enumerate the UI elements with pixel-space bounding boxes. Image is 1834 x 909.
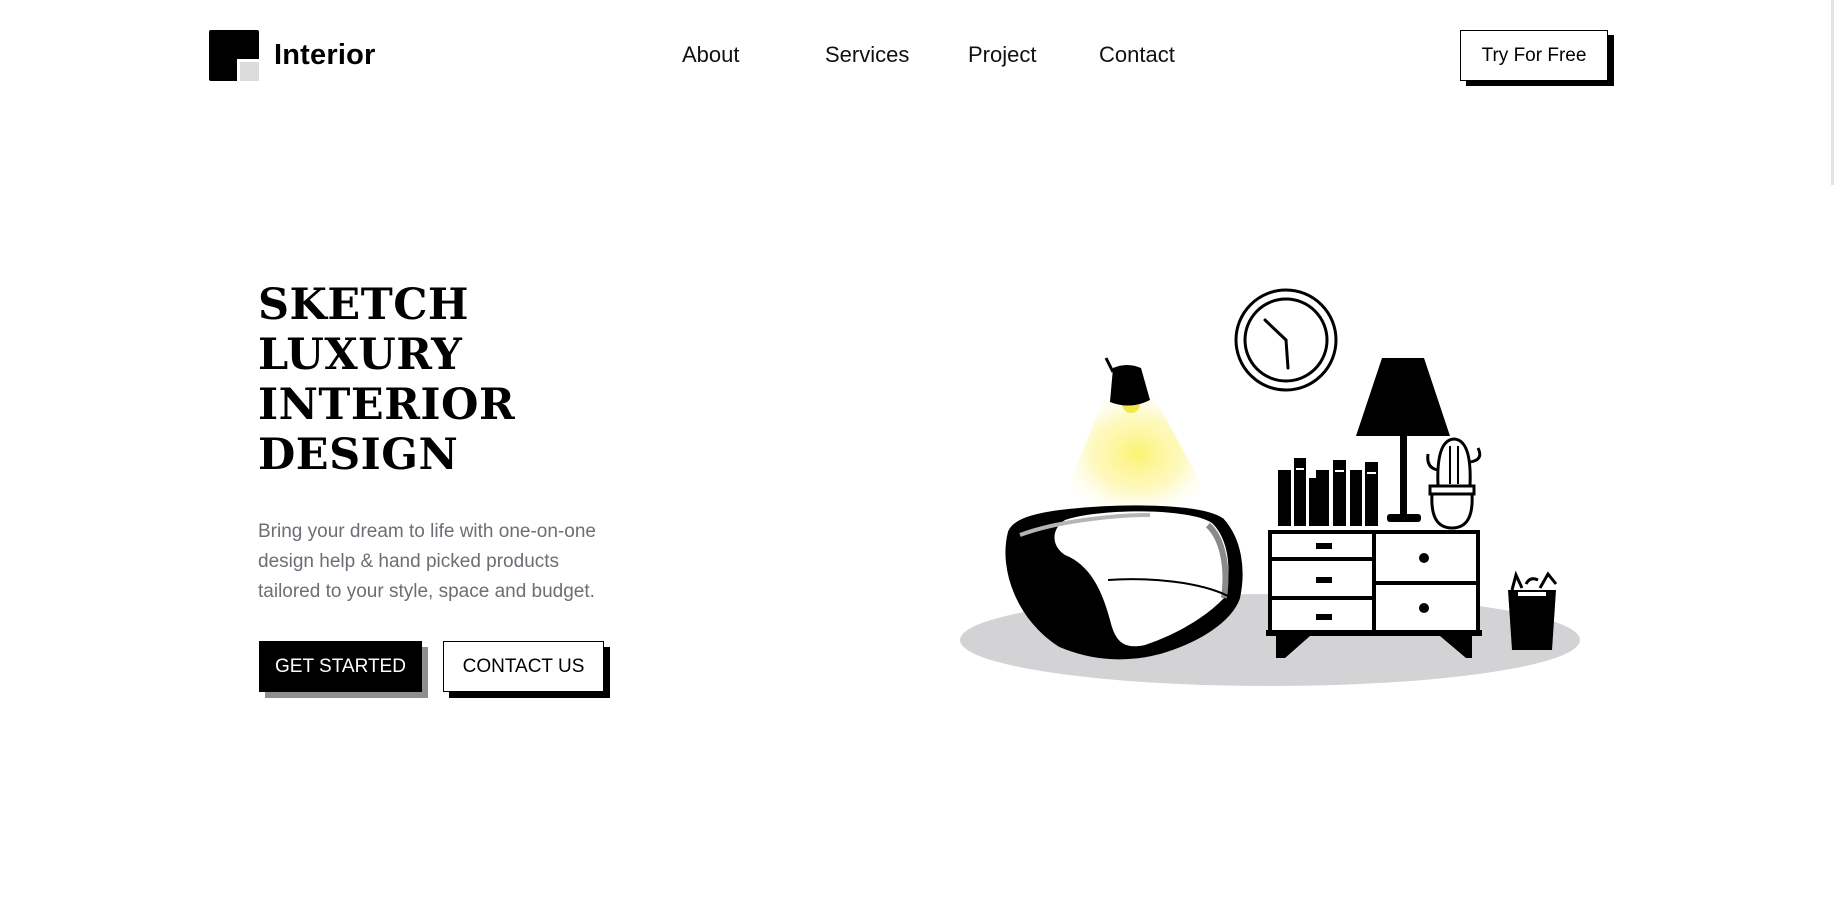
hero-description-line: Bring your dream to life with one-on-one	[258, 521, 596, 542]
page: Interior About Services Project Contact …	[0, 0, 1834, 909]
get-started-button[interactable]: GET STARTED	[259, 641, 422, 692]
cactus-pot-icon	[1426, 437, 1482, 530]
nav-link-about[interactable]: About	[682, 42, 740, 68]
hero-description-line: tailored to your style, space and budget…	[258, 581, 595, 602]
hero-title-line: DESIGN	[258, 430, 459, 480]
hero-description-line: design help & hand picked products	[258, 551, 560, 572]
books-icon	[1278, 458, 1378, 526]
contact-us-button[interactable]: CONTACT US	[443, 641, 604, 692]
hero-title-line: LUXURY	[258, 330, 463, 380]
hero-description: Bring your dream to life with one-on-one…	[258, 517, 658, 607]
hero-title-line: SKETCH	[258, 280, 470, 330]
interior-illustration	[960, 288, 1580, 686]
hero-title-line: INTERIOR	[258, 380, 516, 430]
nav-link-services[interactable]: Services	[825, 42, 909, 68]
trash-bin-icon	[1508, 570, 1558, 650]
wall-clock-icon	[1234, 288, 1338, 392]
nav-link-project[interactable]: Project	[968, 42, 1036, 68]
try-for-free-button[interactable]: Try For Free	[1460, 30, 1608, 81]
nav-link-contact[interactable]: Contact	[1099, 42, 1175, 68]
hero-title: SKETCH LUXURY INTERIOR DESIGN	[258, 280, 515, 480]
